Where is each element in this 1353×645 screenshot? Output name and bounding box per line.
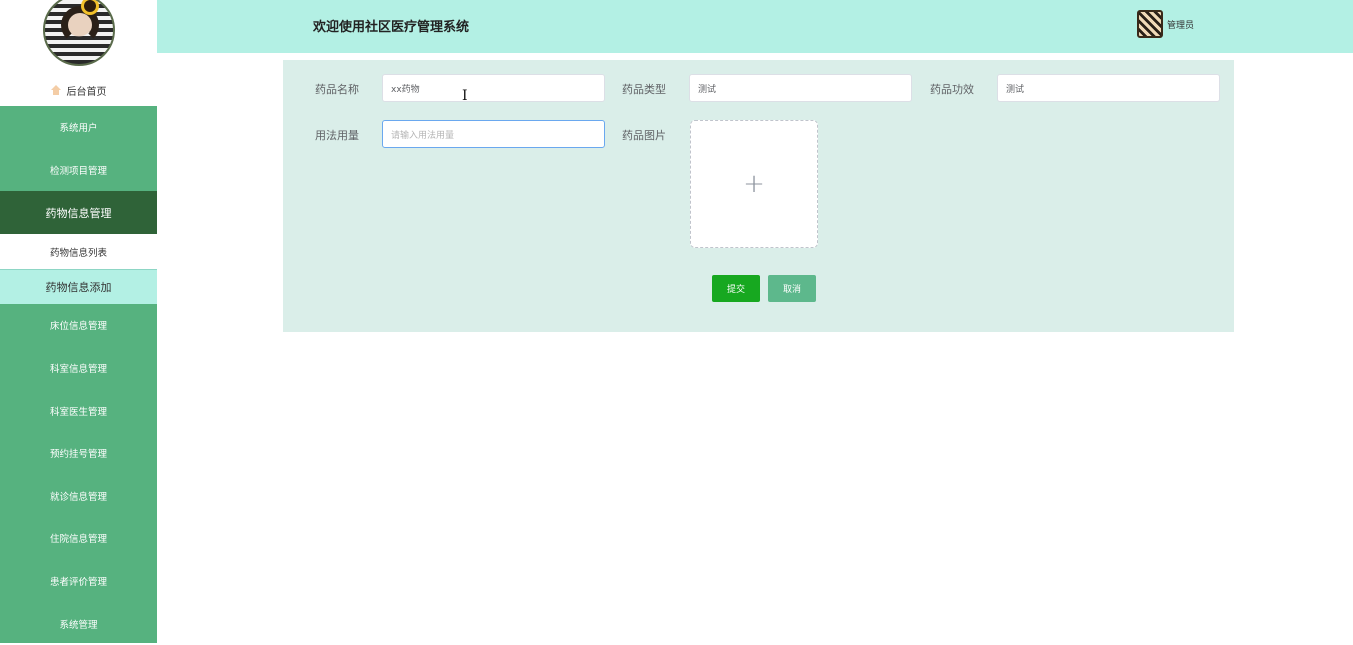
sidebar-item-label: 后台首页 (66, 86, 107, 98)
avatar-hair (60, 6, 99, 44)
sidebar-item-home[interactable]: 后台首页 (0, 74, 157, 106)
sidebar-item-hospitalization[interactable]: 住院信息管理 (0, 517, 157, 560)
sidebar-avatar-area (0, 0, 157, 74)
top-header: 欢迎使用社区医疗管理系统 管理员 (157, 0, 1353, 53)
sidebar-item-appointments[interactable]: 预约挂号管理 (0, 432, 157, 475)
image-upload-box[interactable]: + (690, 120, 818, 248)
page-title: 欢迎使用社区医疗管理系统 (313, 20, 470, 35)
usage-input[interactable]: 请输入用法用量 (382, 120, 605, 148)
sidebar-subitem-drug-add[interactable]: 药物信息添加 (0, 269, 157, 305)
cancel-button[interactable]: 取消 (768, 275, 816, 302)
sidebar-item-department-doctors[interactable]: 科室医生管理 (0, 389, 157, 432)
sidebar-item-patient-reviews[interactable]: 患者评价管理 (0, 560, 157, 603)
sidebar-item-department-info[interactable]: 科室信息管理 (0, 347, 157, 390)
user-menu[interactable]: 管理员 (1137, 10, 1194, 38)
drug-effect-input[interactable]: 测试 (997, 74, 1220, 102)
sidebar-item-test-projects[interactable]: 检测项目管理 (0, 149, 157, 192)
sidebar-item-bed-info[interactable]: 床位信息管理 (0, 304, 157, 347)
sidebar-item-drug-info[interactable]: 药物信息管理 (0, 191, 157, 235)
drug-type-input[interactable]: 测试 (689, 74, 912, 102)
drug-image-label: 药品图片 (622, 129, 666, 142)
submit-button[interactable]: 提交 (712, 275, 760, 302)
sidebar: 后台首页 系统用户 检测项目管理 药物信息管理 药物信息列表 药物信息添加 床位… (0, 0, 157, 643)
avatar[interactable] (42, 0, 115, 66)
sidebar-subitem-drug-list[interactable]: 药物信息列表 (0, 234, 157, 270)
drug-type-label: 药品类型 (622, 83, 666, 96)
text-cursor-icon: I (462, 88, 468, 104)
user-name[interactable]: 管理员 (1167, 18, 1194, 31)
drug-name-label: 药品名称 (315, 83, 359, 96)
sidebar-item-visits[interactable]: 就诊信息管理 (0, 475, 157, 518)
plus-icon: + (743, 169, 765, 199)
sidebar-item-system-users[interactable]: 系统用户 (0, 106, 157, 149)
avatar-flower (83, 0, 96, 12)
drug-add-form: 药品名称 xx药物 I 药品类型 测试 药品功效 测试 用法用量 请输入用法用量… (283, 60, 1234, 332)
sidebar-item-system-management[interactable]: 系统管理 (0, 602, 157, 645)
home-icon (50, 85, 61, 95)
usage-label: 用法用量 (315, 129, 359, 142)
drug-name-input[interactable]: xx药物 (382, 74, 605, 102)
user-avatar[interactable] (1137, 10, 1163, 38)
drug-effect-label: 药品功效 (930, 83, 974, 96)
